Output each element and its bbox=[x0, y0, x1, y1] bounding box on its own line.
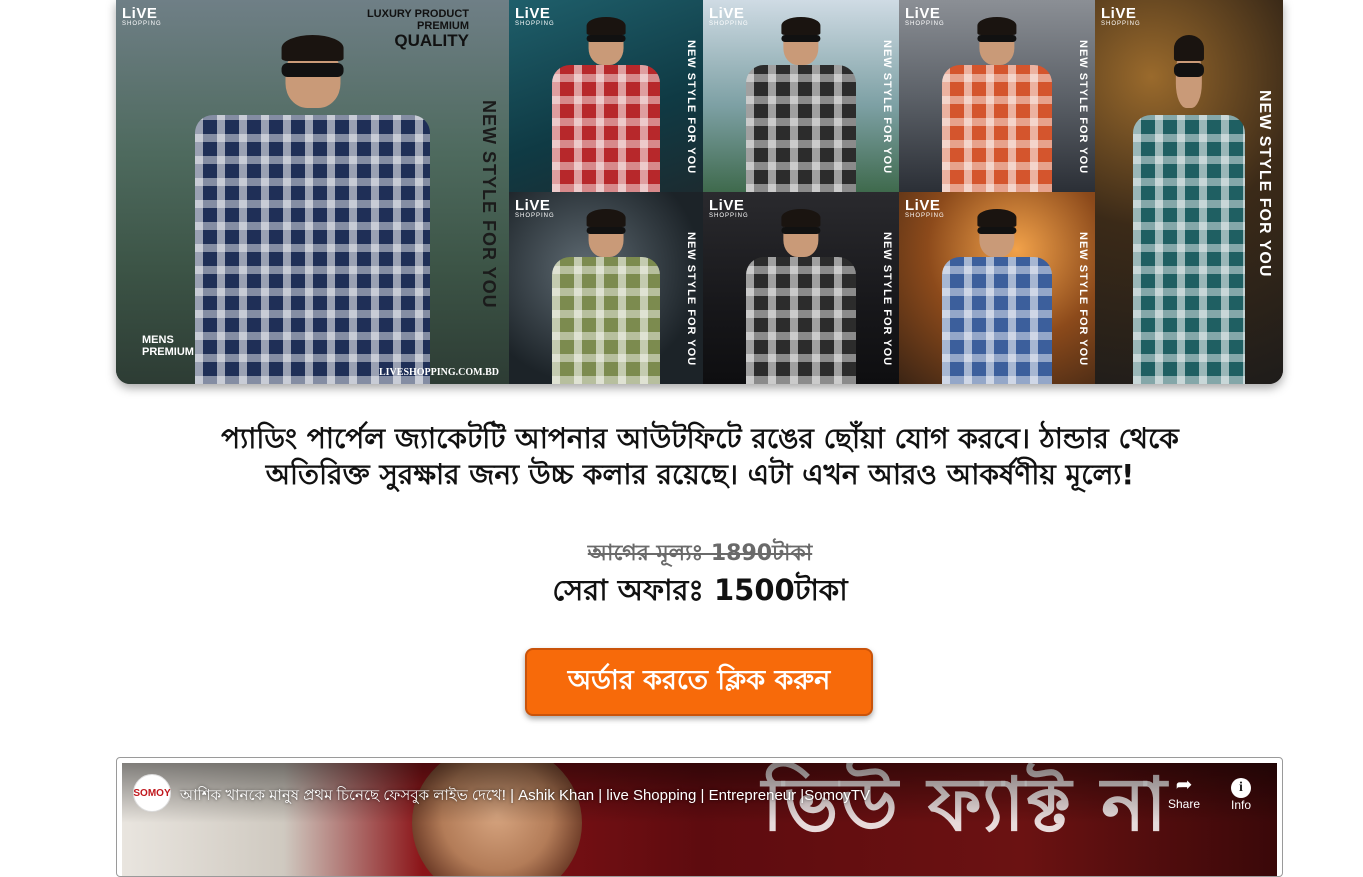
brand-logo: LiVE SHOPPING bbox=[905, 197, 945, 219]
banner-thumb-grey-shirt: LiVE SHOPPING NEW STYLE FOR YOU bbox=[703, 0, 899, 192]
info-circle-icon: i bbox=[1216, 773, 1266, 798]
product-description: প্যাডিং পার্পেল জ্যাকেটটি আপনার আউটফিটে … bbox=[180, 421, 1220, 493]
brand-logo: LiVE SHOPPING bbox=[709, 197, 749, 219]
mens-premium-label: MENS PREMIUM bbox=[142, 333, 194, 358]
info-button[interactable]: i Info bbox=[1216, 773, 1266, 812]
order-button[interactable]: অর্ডার করতে ক্লিক করুন bbox=[525, 648, 873, 716]
brand-logo: LiVE SHOPPING bbox=[709, 5, 749, 27]
product-banner: LiVE SHOPPING LUXURY PRODUCT PREMIUM QUALIT… bbox=[116, 0, 1283, 384]
banner-thumb-white-shirt: LiVE SHOPPING NEW STYLE FOR YOU bbox=[703, 192, 899, 384]
slogan-vertical: NEW STYLE FOR YOU bbox=[685, 232, 697, 367]
banner-right-model-image: LiVE SHOPPING NEW STYLE FOR YOU bbox=[1095, 0, 1283, 384]
video-title[interactable]: আশিক খানকে মানুষ প্রথম চিনেছে ফেসবুক লাই… bbox=[180, 784, 870, 809]
slogan-vertical: NEW STYLE FOR YOU bbox=[881, 232, 893, 367]
slogan-vertical: NEW STYLE FOR YOU bbox=[479, 100, 499, 309]
description-line: অতিরিক্ত সুরক্ষার জন্য উচ্চ কলার রয়েছে।… bbox=[265, 458, 1135, 491]
share-label: Share bbox=[1167, 797, 1201, 811]
info-label: Info bbox=[1230, 798, 1251, 812]
description-line: প্যাডিং পার্পেল জ্যাকেটটি আপনার আউটফিটে … bbox=[221, 422, 1179, 455]
offer-price: সেরা অফারঃ 1500টাকা bbox=[552, 573, 848, 607]
share-button[interactable]: ➦ Share bbox=[1159, 773, 1209, 811]
slogan-vertical: NEW STYLE FOR YOU bbox=[1256, 90, 1273, 278]
video-embed: ভিউ ফ্যাক্ট না SOMOY আশিক খানকে মানুষ প্… bbox=[116, 757, 1283, 877]
slogan-vertical: NEW STYLE FOR YOU bbox=[685, 40, 697, 175]
banner-thumb-orange-shirt: LiVE SHOPPING NEW STYLE FOR YOU bbox=[899, 0, 1095, 192]
banner-thumb-yellow-shirt: LiVE SHOPPING NEW STYLE FOR YOU bbox=[509, 192, 703, 384]
channel-avatar[interactable]: SOMOY bbox=[133, 774, 171, 812]
video-player[interactable]: ভিউ ফ্যাক্ট না SOMOY আশিক খানকে মানুষ প্… bbox=[122, 763, 1277, 876]
banner-main-model-image: LiVE SHOPPING LUXURY PRODUCT PREMIUM QUALIT… bbox=[116, 0, 509, 384]
quality-badge: LUXURY PRODUCT PREMIUM QUALITY bbox=[366, 8, 469, 51]
banner-thumb-red-shirt: LiVE SHOPPING NEW STYLE FOR YOU bbox=[509, 0, 703, 192]
slogan-vertical: NEW STYLE FOR YOU bbox=[1077, 232, 1089, 367]
brand-logo: LiVE SHOPPING bbox=[515, 5, 555, 27]
brand-logo: LiVE SHOPPING bbox=[1101, 5, 1141, 27]
slogan-vertical: NEW STYLE FOR YOU bbox=[881, 40, 893, 175]
website-label: LIVESHOPPING.COM.BD bbox=[378, 367, 499, 378]
share-arrow-icon: ➦ bbox=[1175, 774, 1193, 796]
brand-logo: LiVE SHOPPING bbox=[905, 5, 945, 27]
brand-logo: LiVE SHOPPING bbox=[515, 197, 555, 219]
slogan-vertical: NEW STYLE FOR YOU bbox=[1077, 40, 1089, 175]
banner-thumb-blue-shirt: LiVE SHOPPING NEW STYLE FOR YOU bbox=[899, 192, 1095, 384]
brand-logo: LiVE SHOPPING bbox=[122, 5, 162, 27]
